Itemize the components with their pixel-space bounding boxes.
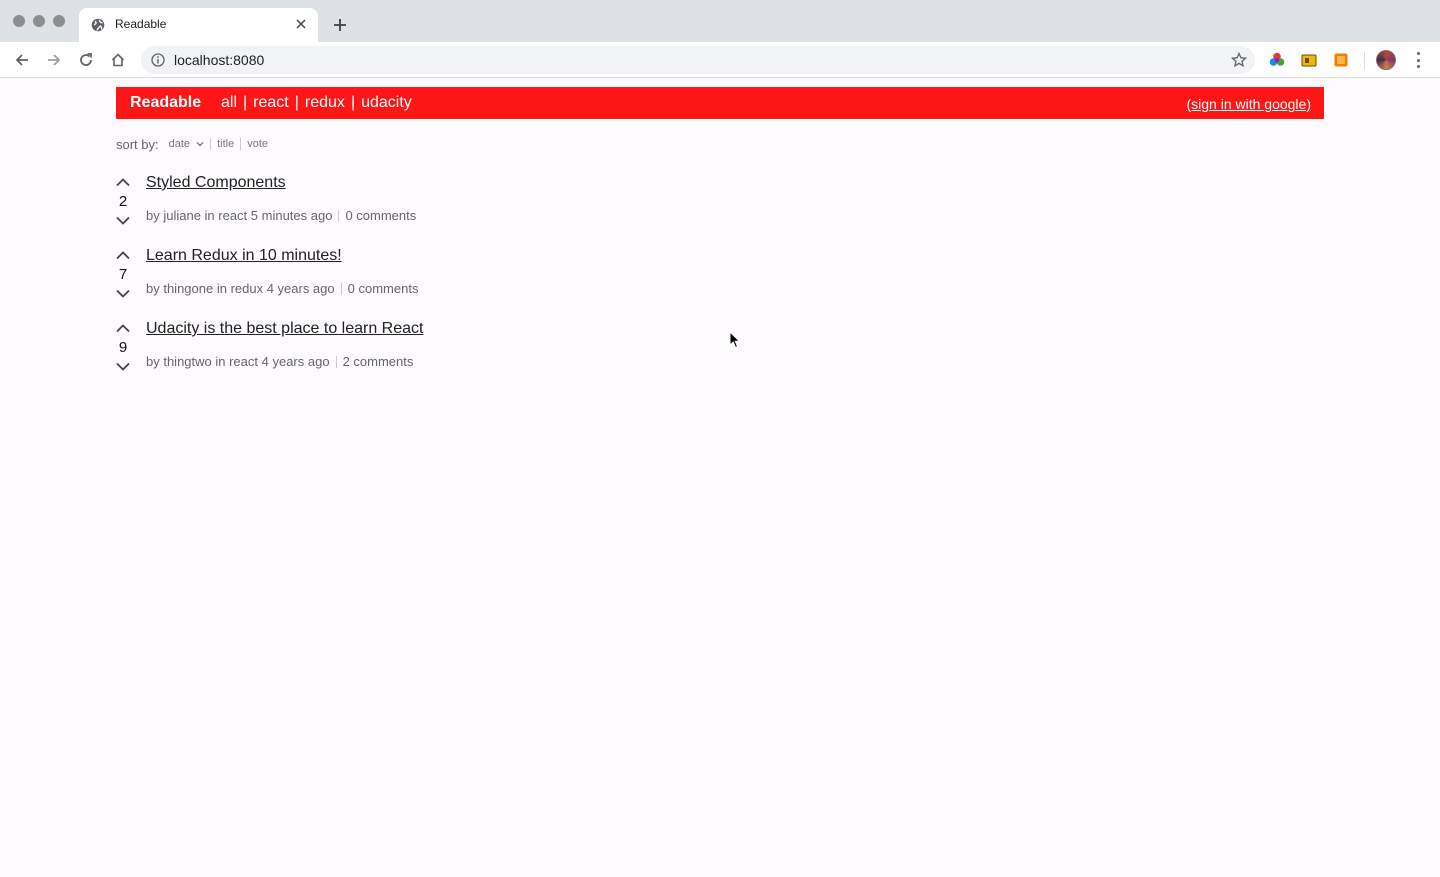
category-link-redux[interactable]: redux bbox=[305, 94, 345, 112]
forward-arrow-icon[interactable] bbox=[44, 50, 64, 70]
post-score: 9 bbox=[118, 339, 128, 356]
category-link-all[interactable]: all bbox=[221, 94, 237, 112]
upvote-chevron-up-icon[interactable] bbox=[116, 178, 130, 187]
home-icon[interactable] bbox=[108, 50, 128, 70]
upvote-chevron-up-icon[interactable] bbox=[116, 324, 130, 333]
upvote-chevron-up-icon[interactable] bbox=[116, 251, 130, 260]
url-text[interactable]: localhost:8080 bbox=[174, 52, 264, 68]
sort-divider bbox=[210, 138, 212, 150]
sort-option-date[interactable]: date bbox=[169, 138, 204, 150]
downvote-chevron-down-icon[interactable] bbox=[116, 289, 130, 298]
folder-extension-icon[interactable] bbox=[1301, 52, 1317, 68]
category-nav: all | react | redux | udacity bbox=[221, 94, 412, 112]
post-meta: by juliane in react 5 minutes ago 0 comm… bbox=[146, 208, 416, 223]
bookmark-star-icon[interactable] bbox=[1231, 52, 1247, 68]
browser-tab[interactable]: Readable bbox=[79, 8, 318, 42]
sort-divider bbox=[240, 138, 242, 150]
vote-control: 9 bbox=[116, 324, 130, 380]
post-byline: by juliane in react 5 minutes ago bbox=[146, 208, 333, 223]
globe-icon bbox=[91, 18, 105, 32]
post-byline: by thingtwo in react 4 years ago bbox=[146, 354, 330, 369]
meta-divider bbox=[338, 209, 340, 222]
browser-toolbar: localhost:8080 bbox=[0, 42, 1440, 78]
post-score: 7 bbox=[118, 266, 128, 283]
sort-option-vote[interactable]: vote bbox=[247, 138, 268, 150]
sort-label: sort by: bbox=[116, 136, 159, 152]
browser-menu-icon[interactable] bbox=[1414, 51, 1422, 69]
window-maximize-dot[interactable] bbox=[53, 15, 65, 27]
back-arrow-icon[interactable] bbox=[12, 50, 32, 70]
post-comments-link[interactable]: 0 comments bbox=[345, 208, 416, 223]
nav-divider: | bbox=[294, 94, 299, 111]
post-comments-link[interactable]: 0 comments bbox=[348, 281, 419, 296]
downvote-chevron-down-icon[interactable] bbox=[116, 362, 130, 371]
post-item: 2 Styled Components by juliane in react … bbox=[116, 174, 616, 234]
post-score: 2 bbox=[118, 193, 128, 210]
sort-option-date-label: date bbox=[168, 138, 191, 150]
post-item: 7 Learn Redux in 10 minutes! by thingone… bbox=[116, 247, 616, 307]
sort-option-title[interactable]: title bbox=[217, 138, 234, 150]
app-header: Readable all | react | redux | udacity (… bbox=[116, 87, 1324, 119]
post-comments-link[interactable]: 2 comments bbox=[343, 354, 414, 369]
post-title-link[interactable]: Learn Redux in 10 minutes! bbox=[146, 247, 342, 265]
nav-divider: | bbox=[350, 94, 356, 111]
vote-control: 7 bbox=[116, 251, 130, 307]
tab-close-icon[interactable] bbox=[292, 15, 310, 33]
nav-divider: | bbox=[243, 94, 248, 111]
toolbar-separator bbox=[1364, 52, 1365, 70]
meta-divider bbox=[335, 355, 337, 368]
window-close-dot[interactable] bbox=[13, 15, 25, 27]
new-tab-icon[interactable] bbox=[330, 15, 350, 35]
color-extension-icon[interactable] bbox=[1269, 52, 1285, 68]
vote-control: 2 bbox=[116, 178, 130, 234]
tab-title: Readable bbox=[115, 17, 167, 31]
window-minimize-dot[interactable] bbox=[33, 15, 45, 27]
address-bar[interactable]: localhost:8080 bbox=[141, 46, 1255, 74]
meta-divider bbox=[340, 282, 342, 295]
orange-extension-icon[interactable] bbox=[1333, 52, 1349, 68]
profile-avatar[interactable] bbox=[1376, 50, 1396, 70]
brand-logo[interactable]: Readable bbox=[130, 94, 201, 112]
chevron-down-icon bbox=[196, 142, 204, 147]
post-meta: by thingone in redux 4 years ago 0 comme… bbox=[146, 281, 418, 296]
category-link-udacity[interactable]: udacity bbox=[361, 94, 412, 112]
reload-icon[interactable] bbox=[76, 50, 96, 70]
post-meta: by thingtwo in react 4 years ago 2 comme… bbox=[146, 354, 413, 369]
downvote-chevron-down-icon[interactable] bbox=[116, 216, 130, 225]
browser-tab-bar: Readable bbox=[0, 0, 1440, 42]
sort-bar: sort by: date title vote bbox=[116, 136, 268, 152]
post-title-link[interactable]: Styled Components bbox=[146, 174, 286, 192]
mouse-cursor-icon bbox=[729, 331, 741, 349]
sign-in-link[interactable]: (sign in with google) bbox=[1186, 96, 1311, 112]
post-item: 9 Udacity is the best place to learn Rea… bbox=[116, 320, 616, 380]
post-byline: by thingone in redux 4 years ago bbox=[146, 281, 335, 296]
post-title-link[interactable]: Udacity is the best place to learn React bbox=[146, 320, 423, 338]
category-link-react[interactable]: react bbox=[253, 94, 289, 112]
site-info-icon[interactable] bbox=[151, 53, 165, 67]
